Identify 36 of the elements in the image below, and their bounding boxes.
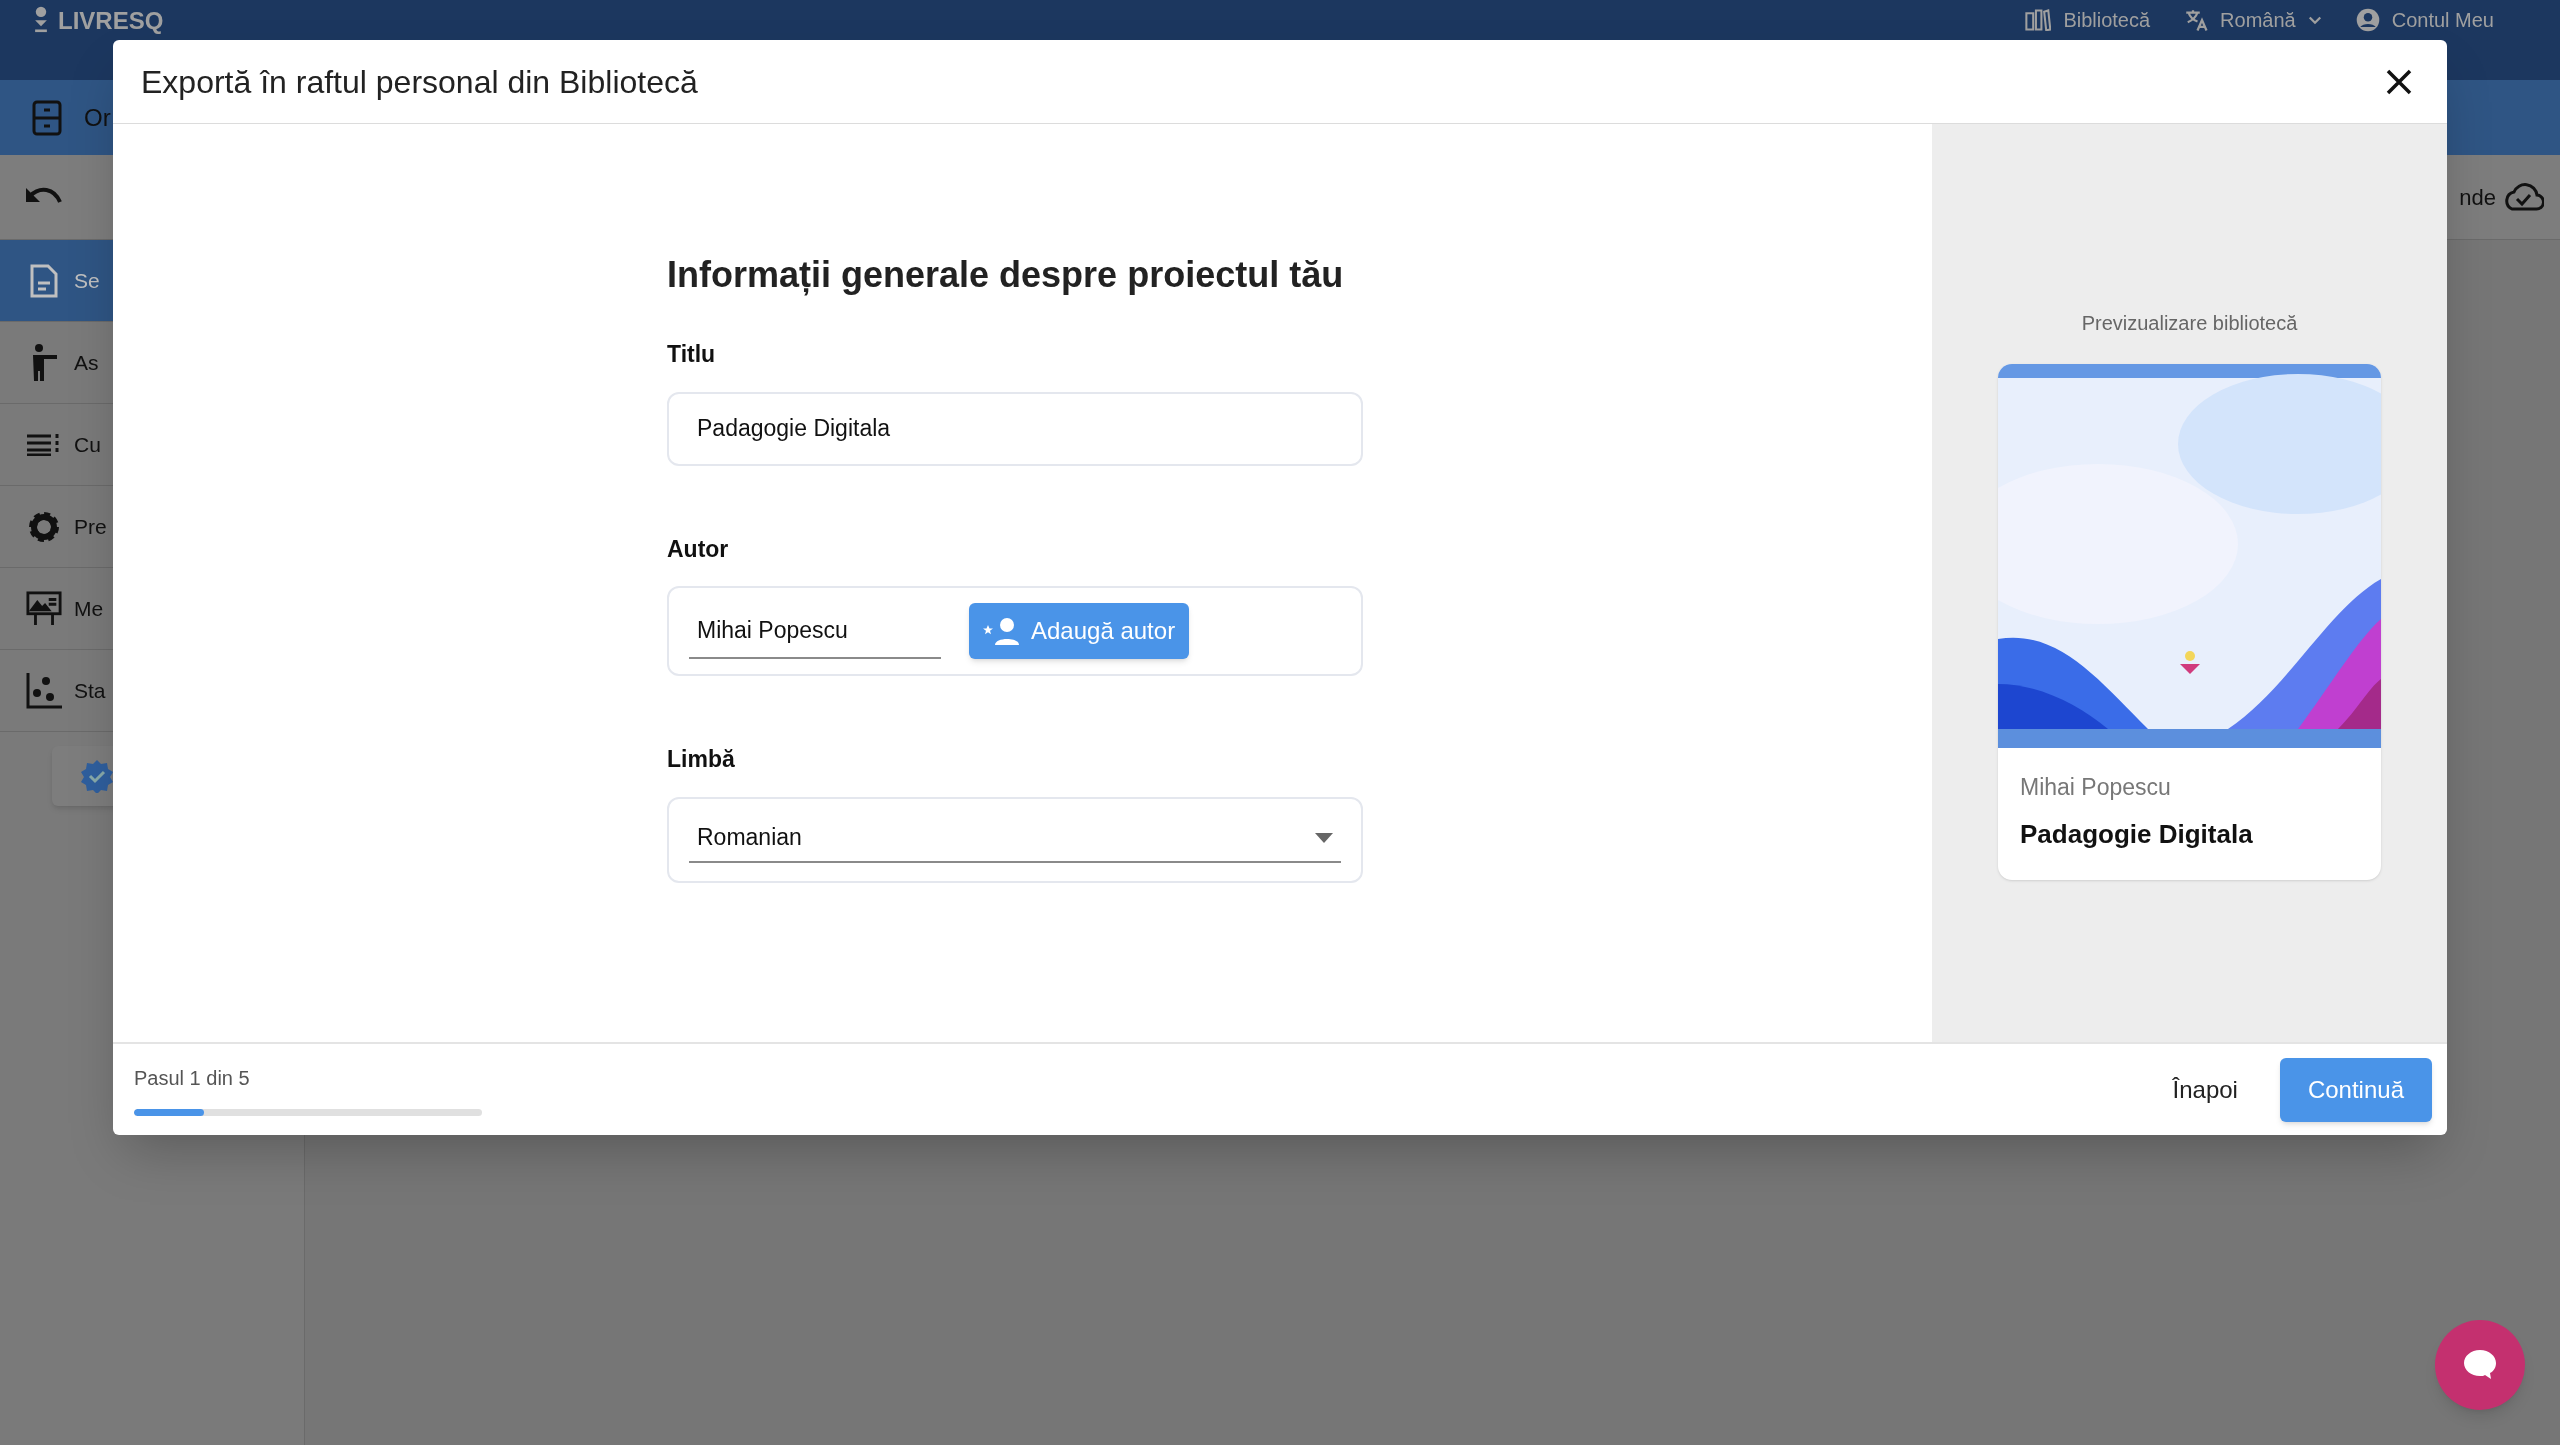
field-label: Limbă bbox=[667, 745, 736, 774]
field-label: Titlu bbox=[667, 340, 717, 369]
preview-caption: Previzualizare bibliotecă bbox=[2081, 311, 2298, 336]
save-status: nde bbox=[2459, 183, 2496, 212]
field-label: Autor bbox=[667, 534, 730, 564]
books-icon bbox=[2025, 9, 2052, 31]
step-indicator: Pasul 1 din 5 bbox=[134, 1066, 251, 1091]
scatter-chart-icon bbox=[26, 672, 62, 709]
author-input[interactable]: Mihai Popescu bbox=[689, 603, 941, 659]
list-icon bbox=[27, 433, 61, 456]
verified-badge-icon bbox=[80, 759, 114, 793]
gear-icon bbox=[27, 509, 61, 544]
book-author: Mihai Popescu bbox=[2020, 773, 2172, 802]
book-title: Padagogie Digitala bbox=[2020, 817, 2254, 851]
org-name: Or bbox=[84, 102, 111, 133]
document-icon bbox=[29, 262, 59, 299]
translate-icon bbox=[2184, 8, 2209, 32]
chevron-down-icon bbox=[2307, 15, 2322, 25]
nav-link[interactable]: Contul Meu bbox=[2355, 6, 2494, 34]
dialog-title: Exportă în raftul personal din Bibliotecă bbox=[141, 62, 698, 102]
presentation-board-icon bbox=[26, 589, 62, 628]
language-select[interactable]: Romanian bbox=[689, 814, 1341, 863]
cabinet-icon bbox=[32, 99, 62, 136]
chat-bubble-icon bbox=[2462, 1348, 2498, 1382]
nav-link[interactable]: Bibliotecă bbox=[2025, 6, 2151, 34]
form-heading: Informații generale despre proiectul tău bbox=[667, 253, 1345, 297]
logo-text: LIVRESQ bbox=[58, 6, 164, 36]
back-button[interactable]: Înapoi bbox=[2172, 1071, 2238, 1108]
dropdown-arrow-icon bbox=[1315, 832, 1333, 843]
continue-button[interactable]: Continuă bbox=[2279, 1057, 2432, 1122]
close-icon bbox=[2386, 68, 2412, 95]
cloud-check-icon bbox=[2502, 182, 2544, 212]
nav-link[interactable]: Română bbox=[2184, 6, 2322, 34]
title-field[interactable]: Padagogie Digitala bbox=[667, 391, 1363, 466]
account-icon bbox=[2355, 8, 2380, 32]
add-author-button[interactable]: Adaugă autor bbox=[969, 603, 1190, 659]
